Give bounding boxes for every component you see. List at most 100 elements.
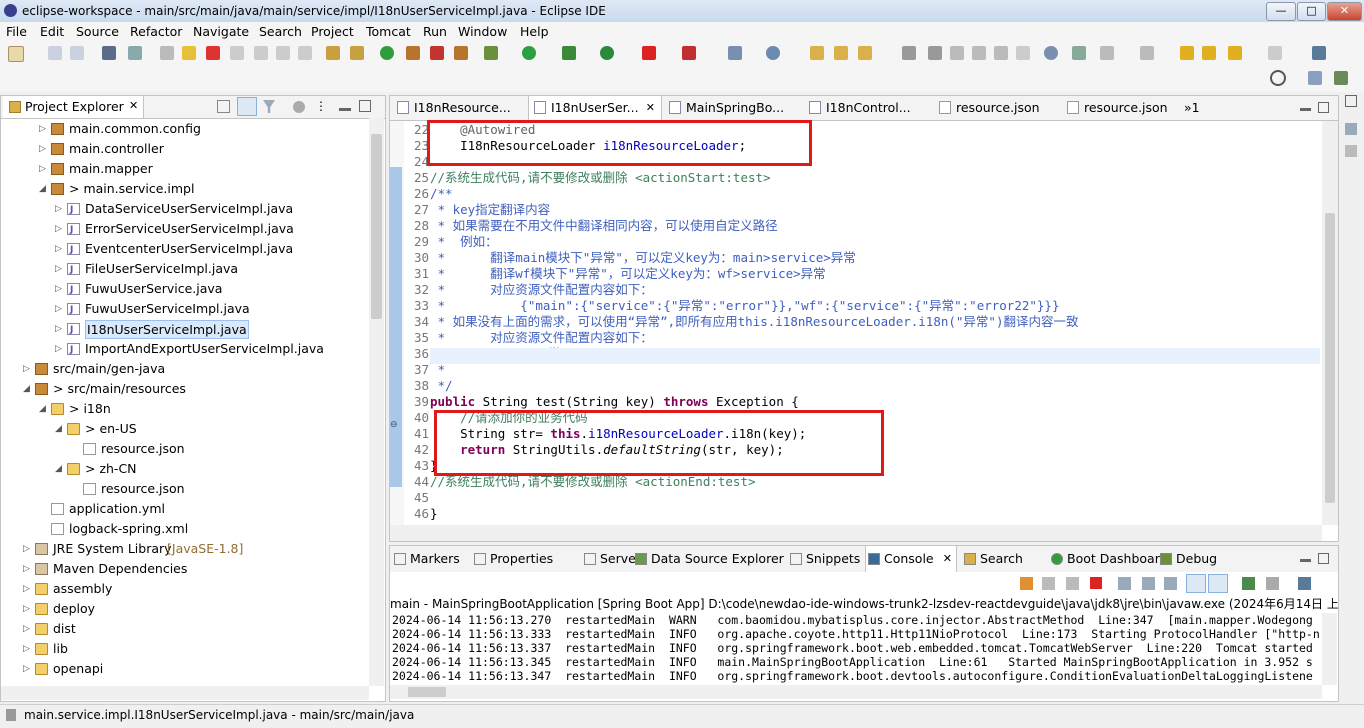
tree-item[interactable]: ◢ > src/main/resources	[1, 379, 367, 399]
tree-item[interactable]: ▷ I18nUserServiceImpl.java	[1, 319, 367, 340]
maximize-editor-icon[interactable]	[1318, 102, 1329, 113]
console-vertical-scrollbar[interactable]	[1322, 613, 1337, 685]
tab-boot-dashboard[interactable]: Boot Dashboard	[1049, 546, 1168, 572]
tree-item[interactable]: ▷ FuwuUserService.java	[1, 279, 367, 300]
minimize-editor-icon[interactable]	[1300, 108, 1311, 111]
terminate-console-icon[interactable]	[1090, 577, 1102, 589]
tab-search[interactable]: Search	[962, 546, 1038, 572]
remove-launch-icon[interactable]	[1042, 577, 1055, 590]
editor-horizontal-scrollbar[interactable]	[390, 525, 1322, 541]
disconnect-icon[interactable]	[230, 46, 244, 60]
minimize-button[interactable]: —	[1266, 2, 1296, 21]
tab-data-source-explorer[interactable]: Data Source Explorer	[633, 546, 784, 572]
task-list-icon[interactable]	[1345, 145, 1357, 157]
pin-editor-icon[interactable]	[1140, 46, 1154, 60]
tree-item[interactable]: ▷ dist	[1, 619, 367, 639]
tree-item[interactable]: ▷ openapi	[1, 659, 367, 679]
tree-item[interactable]: ◢ > zh-CN	[1, 459, 367, 479]
use-step-filters-icon[interactable]	[350, 46, 364, 60]
console-horizontal-scrollbar[interactable]	[390, 685, 1322, 699]
tomcat-start-icon[interactable]	[406, 46, 420, 60]
tree-item[interactable]: ▷ FuwuUserServiceImpl.java	[1, 299, 367, 320]
forward-icon[interactable]	[1268, 46, 1282, 60]
debug-perspective-icon[interactable]	[1334, 71, 1348, 85]
tab-console[interactable]: Console ✕	[865, 546, 957, 572]
expand-toggle-icon[interactable]: ▷	[39, 119, 46, 139]
outline-icon[interactable]	[1345, 123, 1357, 135]
expand-toggle-icon[interactable]: ▷	[55, 339, 62, 359]
link-with-editor-icon[interactable]	[237, 97, 257, 116]
maximize-console-icon[interactable]	[1318, 553, 1329, 564]
menu-edit[interactable]: Edit	[40, 24, 64, 39]
external-tools-icon[interactable]	[600, 46, 614, 60]
debug-icon[interactable]	[484, 46, 498, 60]
show-on-stdout-icon[interactable]	[1186, 574, 1206, 593]
tree-item[interactable]: ◢ > i18n	[1, 399, 367, 419]
drop-to-frame-icon[interactable]	[326, 46, 340, 60]
menu-run[interactable]: Run	[423, 24, 447, 39]
clear-console-icon[interactable]	[1118, 577, 1131, 590]
tree-item[interactable]: ▷ main.common.config	[1, 119, 367, 139]
toggle-block-icon[interactable]	[950, 46, 964, 60]
filter-icon[interactable]	[263, 100, 275, 113]
resume-icon[interactable]	[160, 46, 174, 60]
tree-item[interactable]: ▷ main.controller	[1, 139, 367, 159]
new-icon[interactable]	[8, 46, 24, 62]
expand-toggle-icon[interactable]: ◢	[39, 399, 46, 419]
tab-project-explorer[interactable]: Project Explorer ✕	[3, 96, 144, 118]
word-wrap-icon[interactable]	[1164, 577, 1177, 590]
tomcat-restart-icon[interactable]	[454, 46, 468, 60]
java-perspective-icon[interactable]	[1308, 71, 1322, 85]
menu-file[interactable]: File	[6, 24, 27, 39]
tab-i18nuserserviceimpl[interactable]: I18nUserSer... ✕	[528, 96, 662, 120]
menu-refactor[interactable]: Refactor	[130, 24, 182, 39]
tree-item[interactable]: logback-spring.xml	[1, 519, 367, 539]
editor-vertical-scrollbar[interactable]	[1322, 121, 1338, 525]
relaunch-icon[interactable]	[1020, 577, 1033, 590]
toggle-mark-icon[interactable]	[928, 46, 942, 60]
menu-navigate[interactable]: Navigate	[193, 24, 249, 39]
menu-window[interactable]: Window	[458, 24, 507, 39]
menu-source[interactable]: Source	[76, 24, 119, 39]
pilcrow-icon[interactable]	[1016, 46, 1030, 60]
menu-project[interactable]: Project	[311, 24, 354, 39]
tab-debug[interactable]: Debug	[1158, 546, 1224, 572]
tab-i18ncontroller[interactable]: I18nControl...	[804, 96, 928, 120]
menu-search[interactable]: Search	[259, 24, 302, 39]
pin-console-icon[interactable]	[1242, 577, 1255, 590]
console-output[interactable]: 2024-06-14 11:56:13.270 restartedMain WA…	[390, 613, 1322, 685]
run-icon[interactable]	[522, 46, 536, 60]
save-icon[interactable]	[48, 46, 62, 60]
annotation-icon[interactable]	[902, 46, 916, 60]
search-toolbar-icon[interactable]	[858, 46, 872, 60]
new-java-project-icon[interactable]	[766, 46, 780, 60]
spring-boot-icon[interactable]	[380, 46, 394, 60]
show-on-stderr-icon[interactable]	[1208, 574, 1228, 593]
record-icon[interactable]	[682, 46, 696, 60]
restore-icon[interactable]	[1345, 95, 1357, 107]
open-perspective-icon[interactable]	[1312, 46, 1326, 60]
tree-item[interactable]: resource.json	[1, 439, 367, 459]
expand-toggle-icon[interactable]: ▷	[23, 359, 30, 379]
back-icon[interactable]	[1228, 46, 1242, 60]
remove-all-icon[interactable]	[1066, 577, 1079, 590]
expand-toggle-icon[interactable]: ◢	[55, 459, 62, 479]
stop-icon[interactable]	[642, 46, 656, 60]
expand-toggle-icon[interactable]: ▷	[55, 279, 62, 299]
tree-item[interactable]: ◢ > en-US	[1, 419, 367, 439]
tree-item[interactable]: ▷ assembly	[1, 579, 367, 599]
maximize-view-icon[interactable]	[359, 100, 371, 112]
tree-item[interactable]: ▷ EventcenterUserServiceImpl.java	[1, 239, 367, 260]
menu-help[interactable]: Help	[520, 24, 549, 39]
expand-toggle-icon[interactable]: ▷	[55, 319, 62, 339]
open-task-icon[interactable]	[834, 46, 848, 60]
new-server-icon[interactable]	[728, 46, 742, 60]
tree-item[interactable]: resource.json	[1, 479, 367, 499]
expand-toggle-icon[interactable]: ◢	[55, 419, 62, 439]
skip-breakpoints-icon[interactable]	[128, 46, 142, 60]
tree-item[interactable]: ▷ FileUserServiceImpl.java	[1, 259, 367, 280]
terminate-icon[interactable]	[206, 46, 220, 60]
expand-toggle-icon[interactable]: ▷	[39, 159, 46, 179]
suspend-icon[interactable]	[182, 46, 196, 60]
expand-toggle-icon[interactable]: ▷	[55, 299, 62, 319]
